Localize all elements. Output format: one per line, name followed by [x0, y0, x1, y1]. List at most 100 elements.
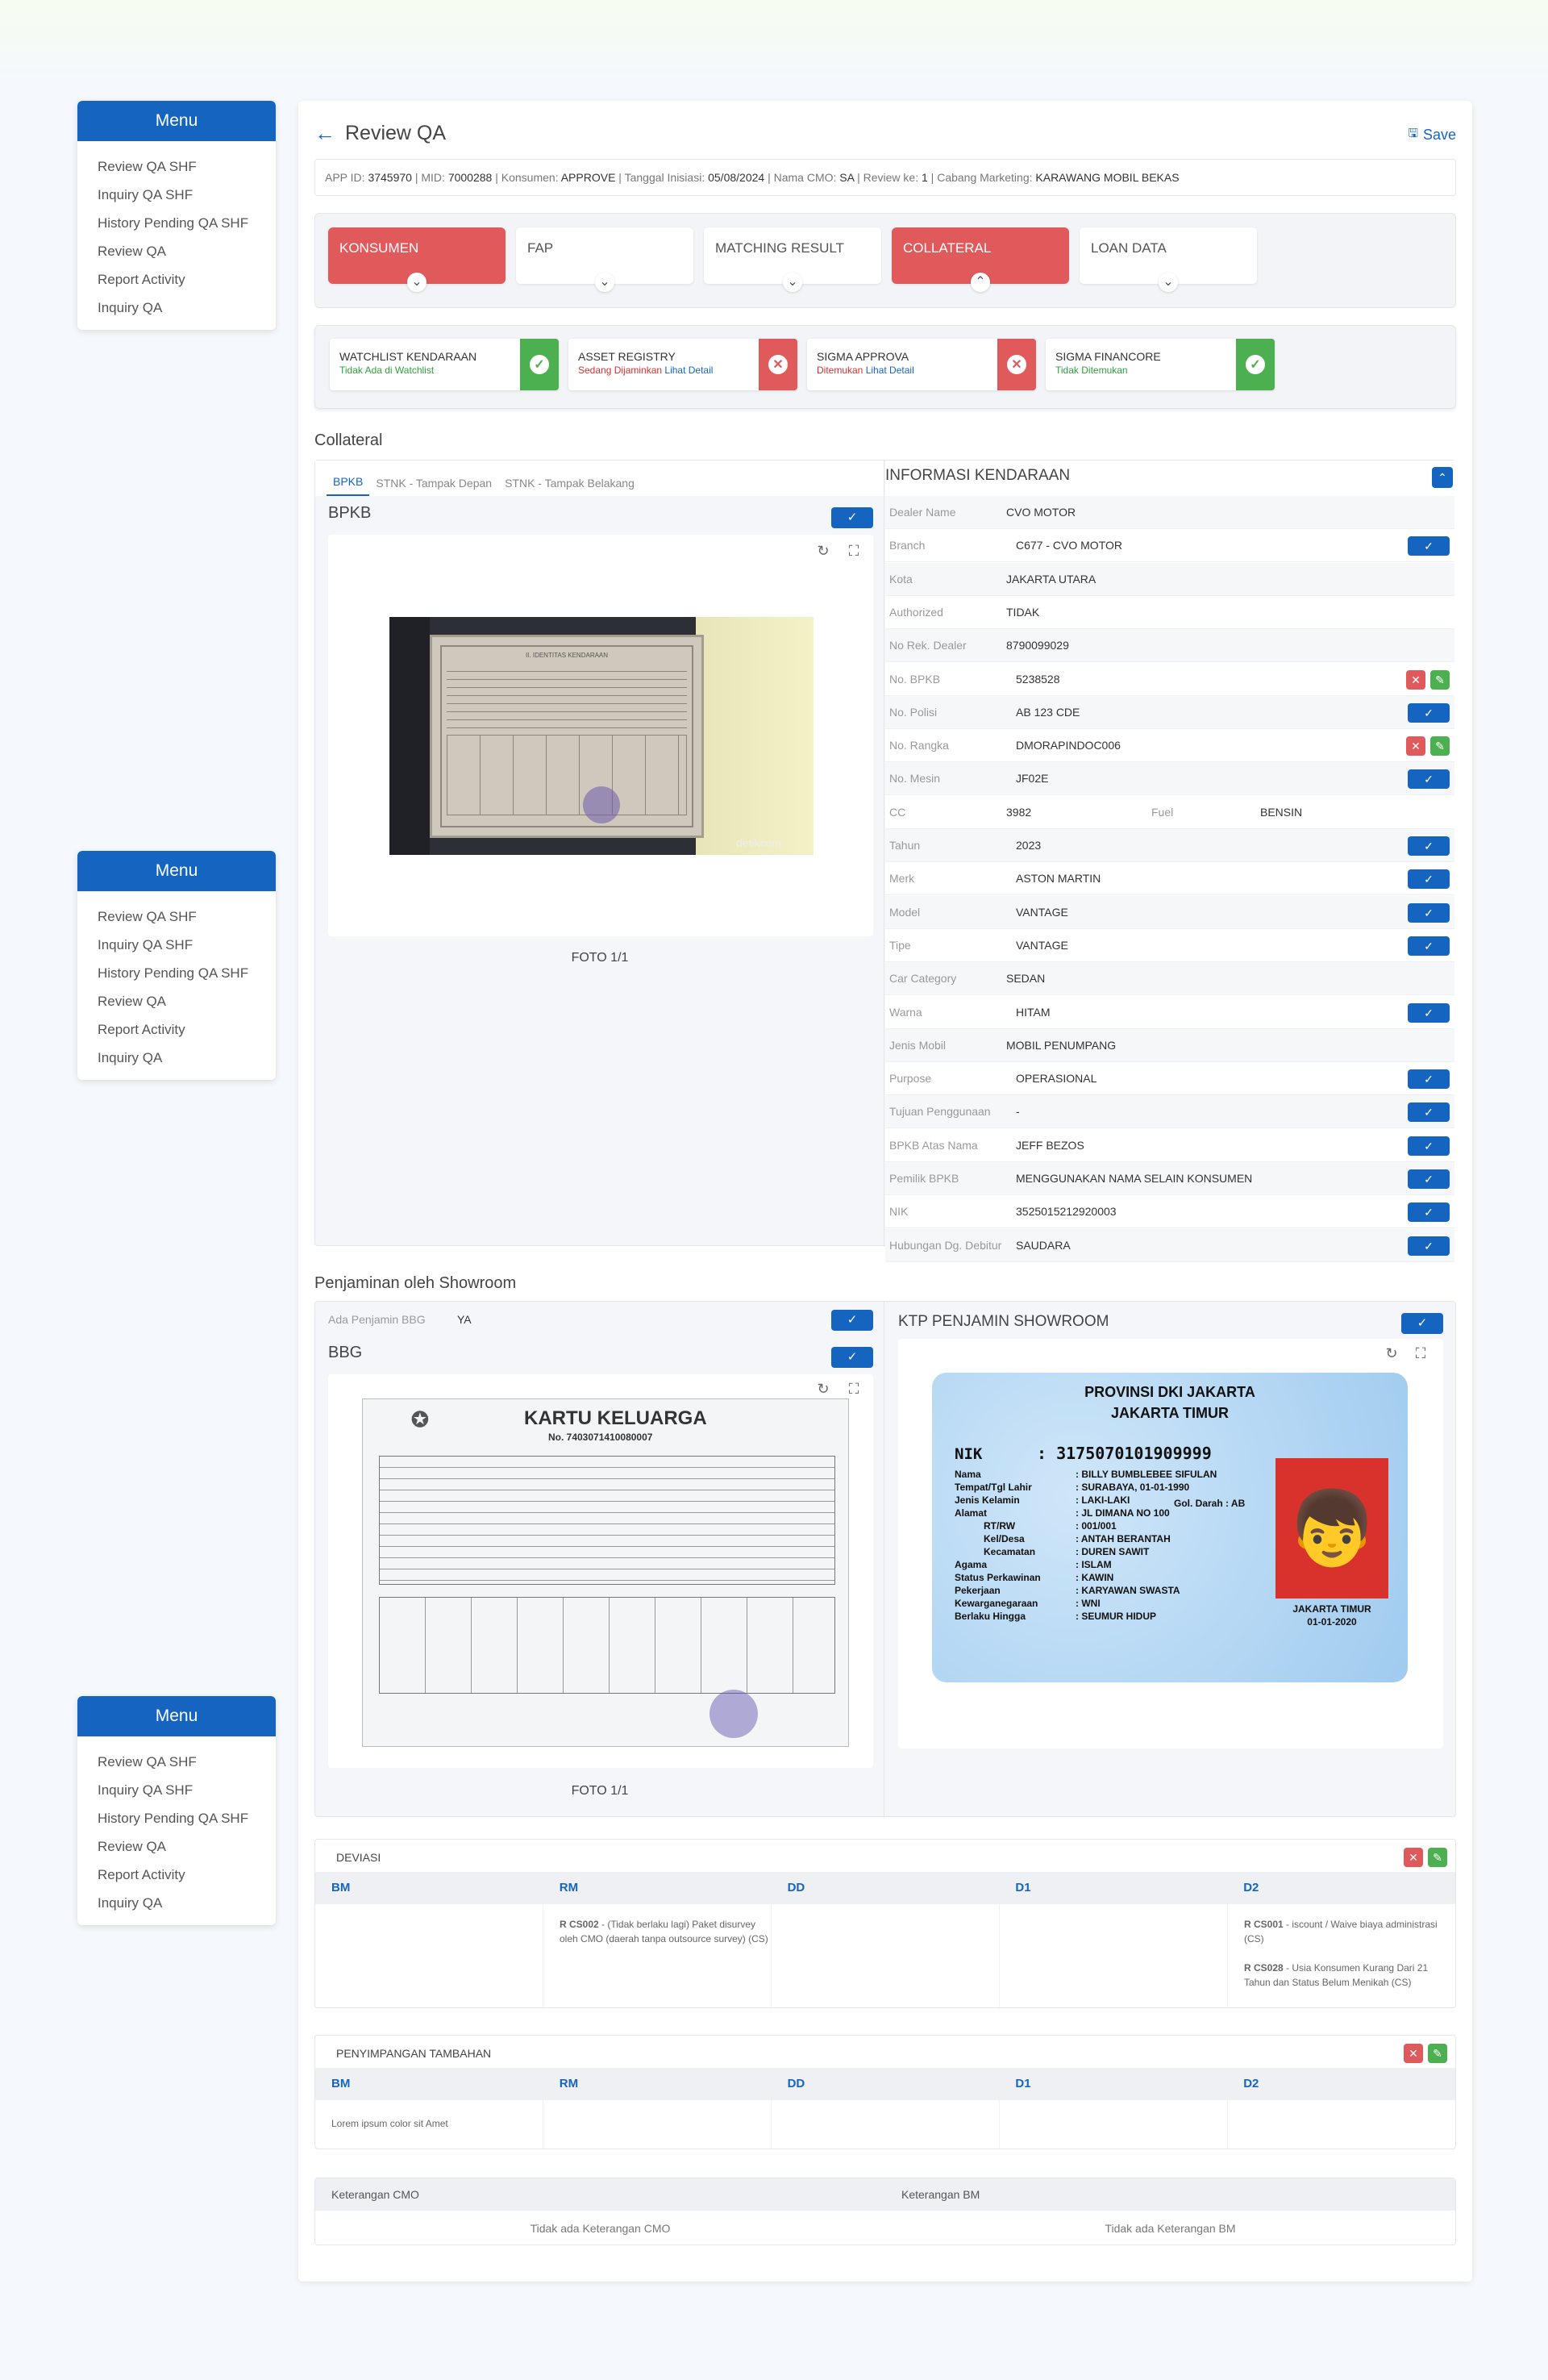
field-label: Tujuan Penggunaan	[889, 1105, 991, 1119]
field-approve-button[interactable]: ✓	[1408, 869, 1450, 890]
bpkb-photo: II. IDENTITAS KENDARAAN detikcom	[389, 617, 814, 855]
menu-item-inquiry-qa-shf[interactable]: Inquiry QA SHF	[98, 1776, 276, 1804]
doc-tab-bpkb[interactable]: BPKB	[327, 475, 370, 496]
menu-item-report-activity[interactable]: Report Activity	[98, 1015, 276, 1044]
menu-item-inquiry-qa-shf[interactable]: Inquiry QA SHF	[98, 181, 276, 209]
field-approve-button[interactable]: ✓	[1408, 536, 1450, 556]
cabang-marketing: KARAWANG MOBIL BEKAS	[1035, 171, 1180, 184]
field-label: Merk	[889, 872, 915, 886]
menu-title: Menu	[77, 851, 276, 891]
lihat-detail-link[interactable]: Lihat Detail	[866, 365, 914, 376]
menu-item-report-activity[interactable]: Report Activity	[98, 1861, 276, 1889]
deviasi-edit-button[interactable]: ✎	[1428, 1848, 1447, 1867]
field-label: Authorized	[889, 605, 943, 619]
vehicle-field-row: Jenis Mobil MOBIL PENUMPANG	[885, 1028, 1454, 1062]
field-value: 5238528	[1016, 672, 1060, 686]
rotate-icon[interactable]: ↻	[814, 541, 833, 561]
doc-tab-stnk-depan[interactable]: STNK - Tampak Depan	[369, 477, 498, 496]
field-value: ASTON MARTIN	[1016, 872, 1101, 886]
menu-item-history-pending[interactable]: History Pending QA SHF	[98, 959, 276, 987]
ktp-row-label: Kel/Desa	[984, 1533, 1025, 1544]
menu-item-review-qa[interactable]: Review QA	[98, 987, 276, 1015]
ktp-approve-button[interactable]: ✓	[1401, 1313, 1443, 1334]
ktp-title: KTP PENJAMIN SHOWROOM	[898, 1313, 1109, 1330]
expand-icon[interactable]: ⛶	[1411, 1344, 1430, 1363]
menu-item-review-qa-shf[interactable]: Review QA SHF	[98, 1748, 276, 1776]
field-approve-button[interactable]: ✓	[1408, 1102, 1450, 1123]
vehicle-field-row: Authorized TIDAK	[885, 595, 1454, 629]
ktp-row: Pekerjaan: KARYAWAN SWASTA	[955, 1584, 1261, 1597]
ktp-row-value: : BILLY BUMBLEBEE SIFULAN	[1076, 1469, 1217, 1480]
expand-icon[interactable]: ⛶	[844, 541, 863, 561]
field-approve-button[interactable]: ✓	[1408, 936, 1450, 956]
field-value: JEFF BEZOS	[1016, 1138, 1084, 1152]
field-edit-button[interactable]: ✎	[1430, 736, 1450, 757]
ada-penjamin-approve-button[interactable]: ✓	[831, 1310, 873, 1331]
vehicle-field-row: Merk ASTON MARTIN ✓	[885, 862, 1454, 896]
rotate-icon[interactable]: ↻	[814, 1379, 833, 1398]
save-button[interactable]: 🖫 Save	[1408, 125, 1456, 145]
vehicle-field-row: No. Rangka DMORAPINDOC006 ✕ ✎	[885, 729, 1454, 763]
menu-item-history-pending[interactable]: History Pending QA SHF	[98, 1804, 276, 1832]
field-approve-button[interactable]: ✓	[1408, 769, 1450, 790]
tab-matching-result[interactable]: MATCHING RESULT ⌄	[704, 227, 881, 292]
ktp-row: Kewarganegaraan: WNI	[955, 1597, 1261, 1610]
field-edit-button[interactable]: ✎	[1430, 669, 1450, 690]
field-approve-button[interactable]: ✓	[1408, 1002, 1450, 1023]
menu-item-history-pending[interactable]: History Pending QA SHF	[98, 209, 276, 237]
field-approve-button[interactable]: ✓	[1408, 1203, 1450, 1223]
ktp-image-card: ↻ ⛶ PROVINSI DKI JAKARTA JAKARTA TIMUR N…	[898, 1339, 1443, 1749]
kk-doc-emblem-icon: ✪	[411, 1407, 429, 1432]
field-approve-button[interactable]: ✓	[1408, 1169, 1450, 1189]
ktp-row-label: Agama	[955, 1559, 988, 1570]
field-approve-button[interactable]: ✓	[1408, 836, 1450, 856]
field-reject-button[interactable]: ✕	[1406, 669, 1425, 690]
ktp-nik: : 3175070101909999	[1037, 1444, 1212, 1463]
tab-fap[interactable]: FAP ⌄	[516, 227, 693, 292]
menu-item-inquiry-qa-shf[interactable]: Inquiry QA SHF	[98, 931, 276, 959]
check-sigma-approva: SIGMA APPROVA Ditemukan Lihat Detail ✕	[807, 339, 1036, 390]
ktp-sign-city: JAKARTA TIMUR	[1292, 1603, 1371, 1615]
penyimpangan-edit-button[interactable]: ✎	[1428, 2044, 1447, 2063]
menu-item-review-qa[interactable]: Review QA	[98, 1832, 276, 1861]
field-approve-button[interactable]: ✓	[1408, 902, 1450, 923]
menu-item-review-qa-shf[interactable]: Review QA SHF	[98, 152, 276, 181]
penjaminan-title: Penjaminan oleh Showroom	[314, 1274, 517, 1292]
tab-konsumen[interactable]: KONSUMEN ⌄	[328, 227, 506, 292]
collapse-button[interactable]: ⌃	[1432, 467, 1453, 488]
deviasi-reject-button[interactable]: ✕	[1404, 1848, 1423, 1867]
ktp-row: Status Perkawinan: KAWIN	[955, 1571, 1261, 1584]
field-approve-button[interactable]: ✓	[1408, 1136, 1450, 1156]
expand-icon[interactable]: ⛶	[844, 1379, 863, 1398]
keterangan-cmo-label: Keterangan CMO	[331, 2188, 419, 2201]
kk-number: No. 7403071410080007	[548, 1432, 653, 1443]
tab-collateral[interactable]: COLLATERAL ⌃	[892, 227, 1069, 292]
field-approve-button[interactable]: ✓	[1408, 1236, 1450, 1256]
field-approve-button[interactable]: ✓	[1408, 702, 1450, 723]
tab-loan-data[interactable]: LOAN DATA ⌄	[1080, 227, 1257, 292]
ktp-viewer: KTP PENJAMIN SHOWROOM ✓ ↻ ⛶ PROVINSI DKI…	[885, 1302, 1456, 1818]
lihat-detail-link[interactable]: Lihat Detail	[664, 365, 713, 376]
field-reject-button[interactable]: ✕	[1406, 736, 1425, 757]
bbg-approve-button[interactable]: ✓	[831, 1347, 873, 1368]
vehicle-field-row: NIK 3525015212920003 ✓	[885, 1195, 1454, 1229]
menu-item-review-qa-shf[interactable]: Review QA SHF	[98, 902, 276, 931]
mid: 7000288	[447, 171, 493, 184]
menu-item-inquiry-qa[interactable]: Inquiry QA	[98, 1889, 276, 1917]
deviasi-rm-cell: R CS002 - (Tidak berlaku lagi) Paket dis…	[543, 1904, 772, 2009]
back-arrow-icon[interactable]: ←	[314, 121, 335, 146]
rotate-icon[interactable]: ↻	[1382, 1344, 1401, 1363]
penyimpangan-reject-button[interactable]: ✕	[1404, 2044, 1423, 2063]
ktp-row-value: : ANTAH BERANTAH	[1076, 1533, 1171, 1544]
menu-item-inquiry-qa[interactable]: Inquiry QA	[98, 294, 276, 322]
ktp-row-value: : 001/001	[1076, 1520, 1117, 1532]
doc-tab-stnk-belakang[interactable]: STNK - Tampak Belakang	[498, 477, 641, 496]
menu-item-inquiry-qa[interactable]: Inquiry QA	[98, 1044, 276, 1072]
ktp-row-label: Kecamatan	[984, 1546, 1036, 1557]
field-label: NIK	[889, 1205, 909, 1219]
doc-approve-button[interactable]: ✓	[831, 507, 873, 528]
menu-item-report-activity[interactable]: Report Activity	[98, 265, 276, 294]
menu-item-review-qa[interactable]: Review QA	[98, 237, 276, 265]
field-value: JAKARTA UTARA	[1006, 572, 1096, 586]
field-approve-button[interactable]: ✓	[1408, 1069, 1450, 1090]
